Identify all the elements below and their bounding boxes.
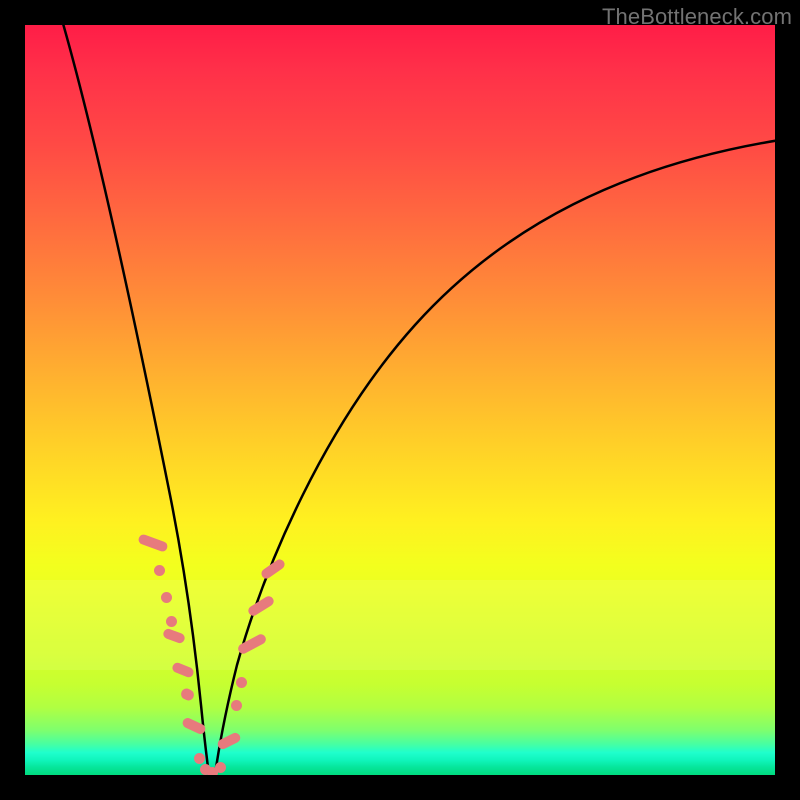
chart-frame: TheBottleneck.com [0,0,800,800]
data-marker [161,592,172,603]
data-marker [231,700,242,711]
data-marker [154,565,165,576]
data-marker [236,677,247,688]
left-curve [62,25,209,775]
data-marker [194,753,205,764]
data-marker [215,762,226,773]
data-marker [166,616,177,627]
right-curve [215,140,775,775]
plot-area [25,25,775,775]
curve-layer [25,25,775,775]
